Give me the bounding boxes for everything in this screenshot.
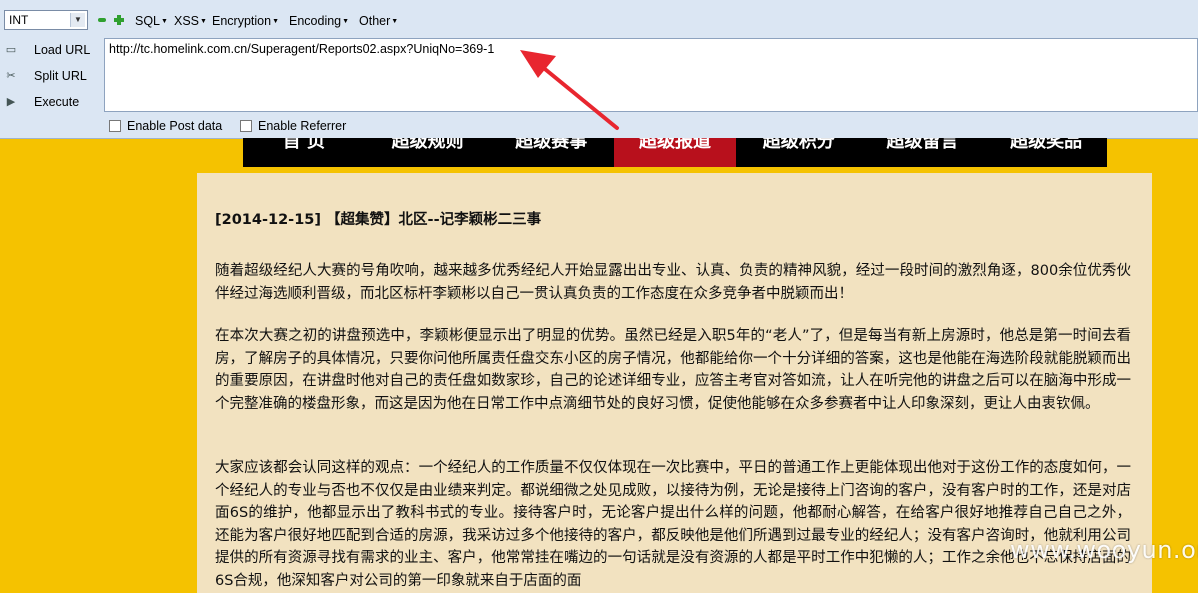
caret-down-icon: ▼: [391, 17, 399, 25]
menu-encryption[interactable]: Encryption▼: [212, 13, 279, 30]
nav-tab-messages[interactable]: 超级留言: [861, 138, 984, 167]
url-value: http://tc.homelink.com.cn/Superagent/Rep…: [109, 42, 495, 56]
nav-tab-label: 超级报道: [639, 138, 712, 152]
nav-tab-label: 首 页: [282, 138, 325, 152]
chevron-down-icon: ▼: [70, 13, 85, 27]
play-icon: ▶: [6, 96, 16, 108]
site-nav: 首 页 超级规则 超级赛事 超级报道 超级积分 超级留言 超级奖品: [243, 138, 1108, 167]
menu-sql-label: SQL: [135, 14, 161, 28]
hackbar-menu-bar: INT ▼ SQL▼ XSS▼ Encryption▼ Encoding▼ Ot…: [0, 0, 1198, 38]
hackbar-toolbar: INT ▼ SQL▼ XSS▼ Encryption▼ Encoding▼ Ot…: [0, 0, 1198, 139]
load-url-button[interactable]: ▭ Load URL: [0, 38, 104, 62]
scissors-icon: ✂: [6, 70, 16, 82]
enable-referrer-label: Enable Referrer: [258, 119, 347, 133]
article-title: [2014-12-15] 【超集赞】北区--记李颖彬二三事: [215, 212, 542, 228]
enable-referrer-checkbox[interactable]: Enable Referrer: [240, 118, 346, 134]
menu-encryption-label: Encryption: [212, 14, 272, 28]
menu-xss[interactable]: XSS▼: [174, 13, 207, 30]
watermark: www.wooyun.org: [1010, 536, 1198, 564]
menu-other[interactable]: Other▼: [359, 13, 398, 30]
checkbox-box[interactable]: [109, 120, 121, 132]
nav-tab-label: 超级赛事: [515, 138, 588, 152]
type-select[interactable]: INT ▼: [4, 10, 88, 30]
nav-tab-label: 超级留言: [886, 138, 959, 152]
caret-down-icon: ▼: [161, 17, 168, 25]
nav-tab-label: 超级积分: [762, 138, 835, 152]
hackbar-commands: ▭ Load URL ✂ Split URL ▶ Execute: [0, 38, 104, 116]
load-url-icon: ▭: [5, 44, 17, 56]
load-url-label: Load URL: [34, 43, 91, 57]
split-url-button[interactable]: ✂ Split URL: [0, 64, 104, 88]
article-paragraph: 大家应该都会认同这样的观点：一个经纪人的工作质量不仅仅体现在一次比赛中，平日的普…: [215, 460, 1131, 589]
caret-down-icon: ▼: [272, 17, 279, 25]
article-paragraph: 随着超级经纪人大赛的号角吹响，越来越多优秀经纪人开始显露出出专业、认真、负责的精…: [215, 263, 1131, 302]
url-textarea[interactable]: http://tc.homelink.com.cn/Superagent/Rep…: [104, 38, 1198, 112]
menu-encoding[interactable]: Encoding▼: [289, 13, 349, 30]
checkbox-box[interactable]: [240, 120, 252, 132]
minus-icon[interactable]: [98, 18, 106, 22]
caret-down-icon: ▼: [200, 17, 207, 25]
split-url-label: Split URL: [34, 69, 87, 83]
nav-tab-events[interactable]: 超级赛事: [490, 138, 613, 167]
nav-tab-label: 超级奖品: [1010, 138, 1083, 152]
menu-sql[interactable]: SQL▼: [135, 13, 168, 30]
plus-icon[interactable]: [114, 15, 124, 25]
menu-other-label: Other: [359, 14, 391, 28]
nav-tab-prizes[interactable]: 超级奖品: [985, 138, 1108, 167]
enable-post-label: Enable Post data: [127, 119, 223, 133]
nav-tab-home[interactable]: 首 页: [243, 138, 365, 167]
nav-tab-points[interactable]: 超级积分: [737, 138, 860, 167]
execute-button[interactable]: ▶ Execute: [0, 90, 104, 114]
nav-tab-reports[interactable]: 超级报道: [614, 138, 736, 167]
enable-post-checkbox[interactable]: Enable Post data: [109, 118, 222, 134]
article-paragraph: 在本次大赛之初的讲盘预选中，李颖彬便显示出了明显的优势。虽然已经是入职5年的“老…: [215, 328, 1131, 412]
type-select-value: INT: [9, 13, 29, 27]
menu-xss-label: XSS: [174, 14, 200, 28]
menu-encoding-label: Encoding: [289, 14, 342, 28]
nav-tab-label: 超级规则: [391, 138, 464, 152]
execute-label: Execute: [34, 95, 80, 109]
nav-tab-rules[interactable]: 超级规则: [366, 138, 489, 167]
caret-down-icon: ▼: [342, 17, 350, 25]
article-panel: [2014-12-15] 【超集赞】北区--记李颖彬二三事 随着超级经纪人大赛的…: [197, 173, 1152, 593]
